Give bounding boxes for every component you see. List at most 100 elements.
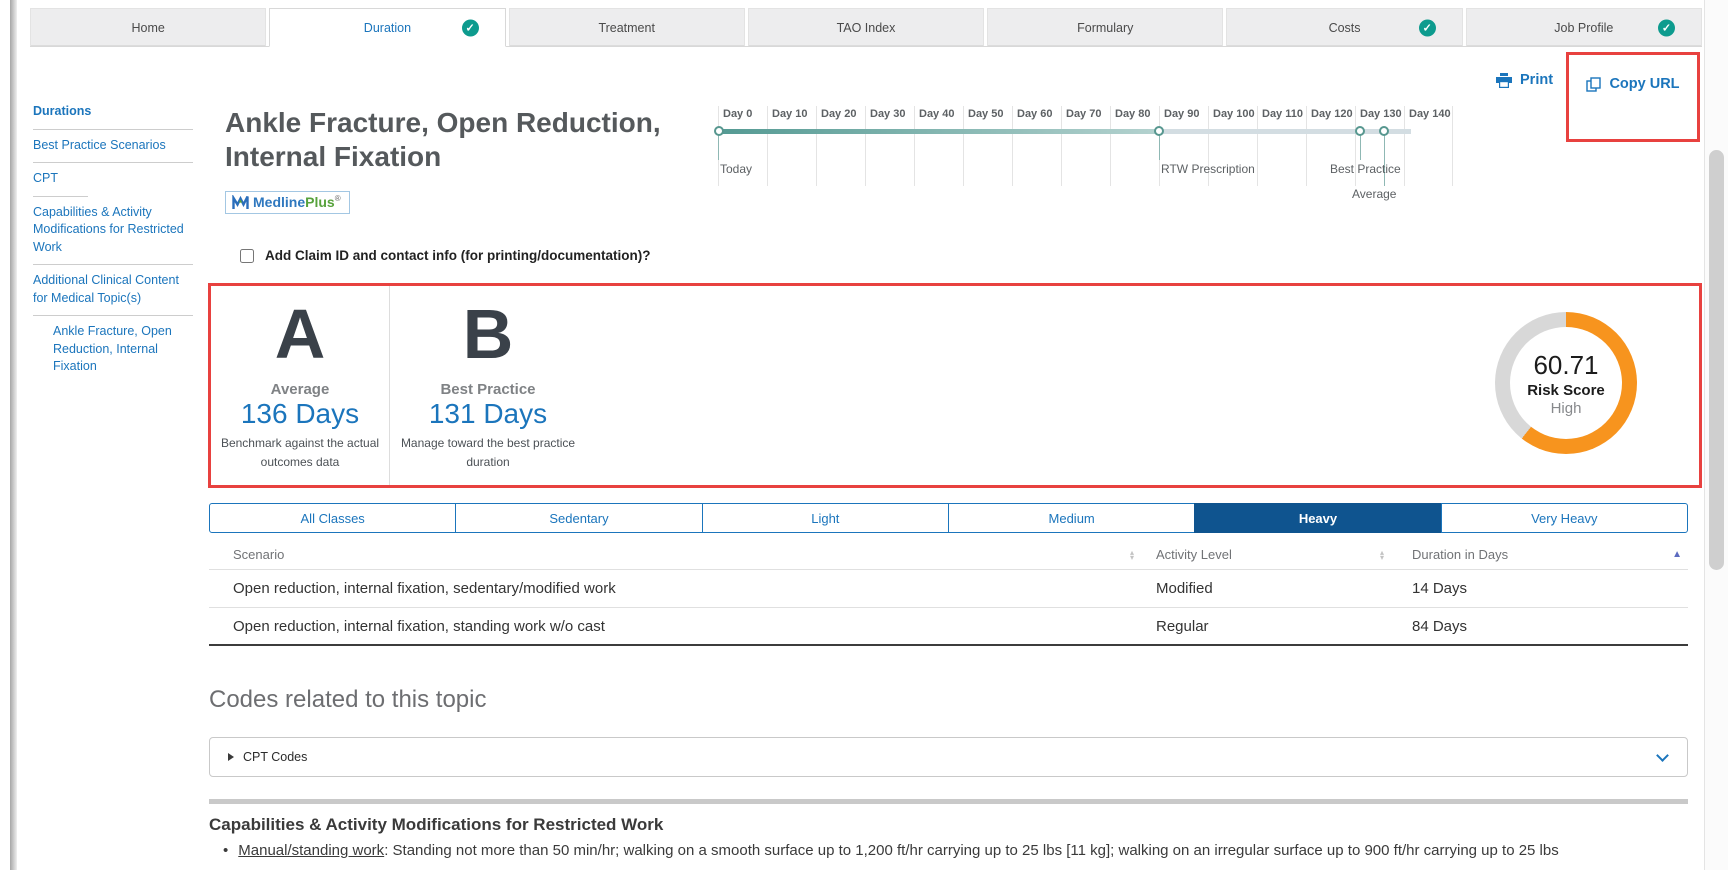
table-row[interactable]: Open reduction, internal fixation, seden…	[209, 570, 1688, 608]
timeline-tick: Day 50	[963, 106, 1012, 186]
sidebar-subitem-ankle-fracture[interactable]: Ankle Fracture, Open Reduction, Internal…	[33, 316, 193, 384]
caret-right-icon	[228, 753, 234, 761]
column-header-scenario[interactable]: Scenario ▴▾	[209, 547, 1144, 562]
timeline-tick: Day 70	[1061, 106, 1110, 186]
timeline-dropline	[1384, 134, 1385, 186]
cell-duration: 84 Days	[1394, 618, 1688, 635]
copy-url-button[interactable]: Copy URL	[1586, 76, 1679, 92]
left-edge-bar	[10, 0, 17, 870]
risk-score-value: 60.71	[1533, 350, 1598, 381]
timeline-elapsed-line	[718, 129, 1159, 134]
class-tab-sedentary[interactable]: Sedentary	[455, 503, 702, 533]
average-letter: A	[275, 301, 326, 368]
cpt-codes-label: CPT Codes	[243, 750, 307, 764]
tab-formulary[interactable]: Formulary	[987, 8, 1223, 46]
sidebar-item-capabilities[interactable]: Capabilities & Activity Modifications fo…	[33, 197, 193, 265]
tab-costs[interactable]: Costs ✓	[1226, 8, 1462, 46]
medlineplus-label: MedlinePlus®	[253, 194, 341, 210]
risk-score-level: High	[1551, 400, 1582, 417]
scrollbar-thumb[interactable]	[1709, 150, 1724, 570]
capabilities-heading: Capabilities & Activity Modifications fo…	[209, 815, 663, 835]
claim-id-checkbox[interactable]	[240, 249, 254, 263]
sort-icon[interactable]: ▴▾	[1380, 550, 1384, 560]
top-tab-bar: Home Duration ✓ Treatment TAO Index Form…	[30, 8, 1702, 47]
timeline-marker-average[interactable]	[1379, 126, 1389, 136]
printer-icon	[1496, 73, 1512, 88]
timeline-marker-best-practice[interactable]	[1355, 126, 1365, 136]
copy-url-highlight-box: Copy URL	[1566, 52, 1700, 142]
timeline-tick: Day 10	[767, 106, 816, 186]
tab-label: Job Profile	[1554, 21, 1613, 35]
table-row[interactable]: Open reduction, internal fixation, stand…	[209, 608, 1688, 646]
duration-summary-panel: A Average 136 Days Benchmark against the…	[208, 283, 1702, 488]
class-tab-light[interactable]: Light	[702, 503, 949, 533]
capabilities-bullet-item: Manual/standing work: Standing not more …	[223, 842, 1688, 859]
risk-score-label: Risk Score	[1527, 382, 1605, 399]
tab-label: TAO Index	[837, 21, 896, 35]
print-button[interactable]: Print	[1496, 72, 1553, 88]
best-practice-letter: B	[463, 301, 514, 368]
timeline-label-rtw: RTW Prescription	[1161, 162, 1255, 176]
sidebar-item-cpt[interactable]: CPT	[33, 163, 193, 196]
risk-score-donut: 60.71 Risk Score High	[1495, 312, 1637, 454]
best-practice-label: Best Practice	[440, 381, 535, 398]
bullet-term-link[interactable]: Manual/standing work	[238, 842, 384, 859]
column-header-activity-level[interactable]: Activity Level ▴▾	[1144, 547, 1394, 562]
best-practice-days: 131 Days	[429, 398, 547, 430]
class-tab-very-heavy[interactable]: Very Heavy	[1441, 503, 1688, 533]
cell-activity-level: Modified	[1144, 580, 1394, 597]
tab-job-profile[interactable]: Job Profile ✓	[1466, 8, 1702, 46]
timeline-label-best-practice: Best Practice	[1330, 162, 1401, 176]
tab-label: Formulary	[1077, 21, 1133, 35]
average-label: Average	[271, 381, 330, 398]
timeline-tick: Day 30	[865, 106, 914, 186]
timeline-tick: Day 110	[1257, 106, 1306, 186]
tab-tao-index[interactable]: TAO Index	[748, 8, 984, 46]
tab-treatment[interactable]: Treatment	[509, 8, 745, 46]
sidebar-item-durations[interactable]: Durations	[33, 96, 193, 129]
work-class-tabs: All Classes Sedentary Light Medium Heavy…	[209, 503, 1688, 533]
sidebar-item-additional-clinical-content[interactable]: Additional Clinical Content for Medical …	[33, 265, 193, 315]
codes-section-heading: Codes related to this topic	[209, 686, 487, 714]
timeline-label-average: Average	[1352, 187, 1396, 201]
scrollbar-track[interactable]	[1704, 0, 1728, 870]
copy-url-label: Copy URL	[1609, 76, 1679, 92]
class-tab-all-classes[interactable]: All Classes	[209, 503, 456, 533]
medlineplus-badge[interactable]: MedlinePlus®	[225, 191, 350, 214]
cell-scenario: Open reduction, internal fixation, seden…	[209, 580, 1144, 597]
cell-activity-level: Regular	[1144, 618, 1394, 635]
average-caption: Benchmark against the actual outcomes da…	[212, 434, 388, 472]
chevron-down-icon[interactable]	[1656, 749, 1669, 762]
timeline-tick: Day 40	[914, 106, 963, 186]
average-days: 136 Days	[241, 398, 359, 430]
timeline-dropline	[1360, 134, 1361, 160]
column-header-duration[interactable]: Duration in Days ▲	[1394, 547, 1688, 562]
timeline-tick: Day 140	[1404, 106, 1453, 186]
tab-duration[interactable]: Duration ✓	[269, 8, 505, 47]
best-practice-summary: B Best Practice 131 Days Manage toward t…	[390, 286, 586, 485]
tab-label: Treatment	[598, 21, 655, 35]
timeline-marker-today[interactable]	[714, 126, 724, 136]
timeline-label-today: Today	[720, 162, 752, 176]
scenarios-table: Scenario ▴▾ Activity Level ▴▾ Duration i…	[209, 540, 1688, 646]
best-practice-caption: Manage toward the best practice duration	[400, 434, 576, 472]
class-tab-heavy[interactable]: Heavy	[1194, 503, 1441, 533]
tab-label: Home	[131, 21, 164, 35]
sidebar-item-best-practice-scenarios[interactable]: Best Practice Scenarios	[33, 130, 193, 163]
sort-icon[interactable]: ▴▾	[1130, 550, 1134, 560]
timeline-remaining-line	[1159, 129, 1411, 134]
page-title: Ankle Fracture, Open Reduction, Internal…	[225, 106, 700, 174]
cpt-codes-accordion[interactable]: CPT Codes	[209, 737, 1688, 777]
average-summary: A Average 136 Days Benchmark against the…	[211, 286, 389, 485]
duration-timeline: Day 0 Day 10 Day 20 Day 30 Day 40 Day 50…	[718, 106, 1463, 226]
cell-scenario: Open reduction, internal fixation, stand…	[209, 618, 1144, 635]
class-tab-medium[interactable]: Medium	[948, 503, 1195, 533]
timeline-marker-rtw[interactable]	[1154, 126, 1164, 136]
table-header-row: Scenario ▴▾ Activity Level ▴▾ Duration i…	[209, 540, 1688, 570]
check-circle-icon: ✓	[462, 19, 479, 36]
tab-home[interactable]: Home	[30, 8, 266, 46]
section-divider	[209, 799, 1688, 804]
medlineplus-logo-icon	[232, 195, 249, 210]
copy-icon	[1586, 77, 1601, 92]
claim-id-checkbox-row: Add Claim ID and contact info (for print…	[240, 248, 650, 263]
